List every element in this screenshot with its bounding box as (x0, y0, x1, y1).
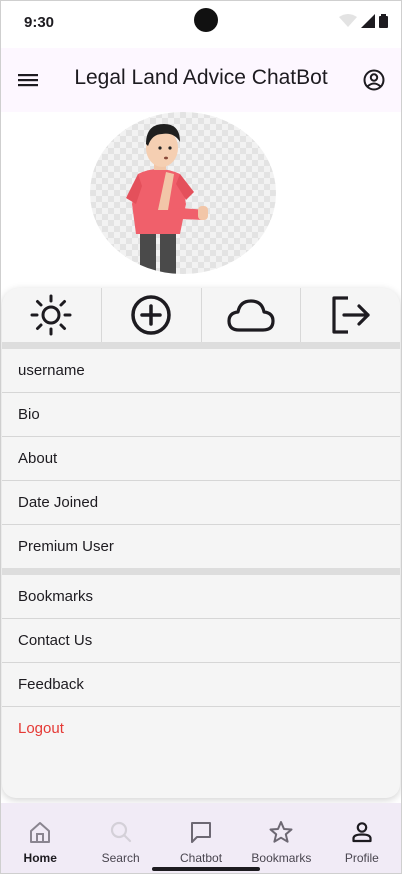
bottom-navigation: Home Search Chatbot Bookmarks Profile (0, 803, 402, 874)
nav-search[interactable]: Search (80, 803, 160, 874)
nav-profile[interactable]: Profile (322, 803, 402, 874)
nav-profile-label: Profile (344, 851, 379, 865)
nav-chatbot[interactable]: Chatbot (161, 803, 241, 874)
home-icon (30, 822, 51, 843)
nav-home-label: Home (23, 851, 57, 865)
home-indicator (152, 867, 260, 871)
chat-bubble-icon (191, 822, 212, 843)
quick-actions-row (2, 288, 400, 342)
hamburger-menu-icon (18, 74, 38, 87)
search-icon (110, 821, 131, 843)
username-item[interactable]: username (2, 349, 400, 393)
section-divider (2, 568, 400, 575)
signal-icon (361, 14, 375, 28)
about-item[interactable]: About (2, 437, 400, 481)
nav-chatbot-label: Chatbot (180, 851, 223, 865)
status-time: 9:30 (24, 14, 55, 31)
nav-search-label: Search (101, 851, 140, 865)
menu-button[interactable] (14, 66, 42, 94)
premium-user-item[interactable]: Premium User (2, 525, 400, 568)
nav-bookmarks-label: Bookmarks (251, 851, 312, 865)
cloud-button[interactable] (202, 288, 302, 342)
contact-us-item[interactable]: Contact Us (2, 619, 400, 663)
nav-home[interactable]: Home (0, 803, 80, 874)
nav-bookmarks[interactable]: Bookmarks (241, 803, 321, 874)
account-button[interactable] (360, 66, 388, 94)
sign-out-button[interactable] (301, 288, 400, 342)
profile-avatar (90, 112, 276, 274)
person-icon (352, 822, 372, 843)
status-icons (339, 14, 388, 28)
bookmarks-item[interactable]: Bookmarks (2, 575, 400, 619)
logout-icon (332, 296, 370, 334)
add-button[interactable] (102, 288, 202, 342)
thinking-man-illustration (126, 124, 208, 274)
account-circle-icon (363, 69, 385, 91)
app-title: Legal Land Advice ChatBot (74, 66, 328, 89)
app-bar: Legal Land Advice ChatBot (0, 48, 402, 112)
wifi-icon (339, 14, 357, 27)
profile-panel: username Bio About Date Joined Premium U… (2, 288, 400, 798)
feedback-item[interactable]: Feedback (2, 663, 400, 707)
section-divider (2, 342, 400, 349)
date-joined-item[interactable]: Date Joined (2, 481, 400, 525)
battery-icon (379, 14, 388, 28)
logout-item[interactable]: Logout (2, 707, 400, 750)
status-bar: 9:30 (0, 0, 402, 48)
star-icon (269, 821, 293, 843)
cloud-icon (227, 299, 275, 332)
theme-toggle-button[interactable] (2, 288, 102, 342)
plus-circle-icon (131, 295, 171, 335)
sun-icon (30, 294, 72, 336)
bio-item[interactable]: Bio (2, 393, 400, 437)
camera-cutout (194, 8, 218, 32)
